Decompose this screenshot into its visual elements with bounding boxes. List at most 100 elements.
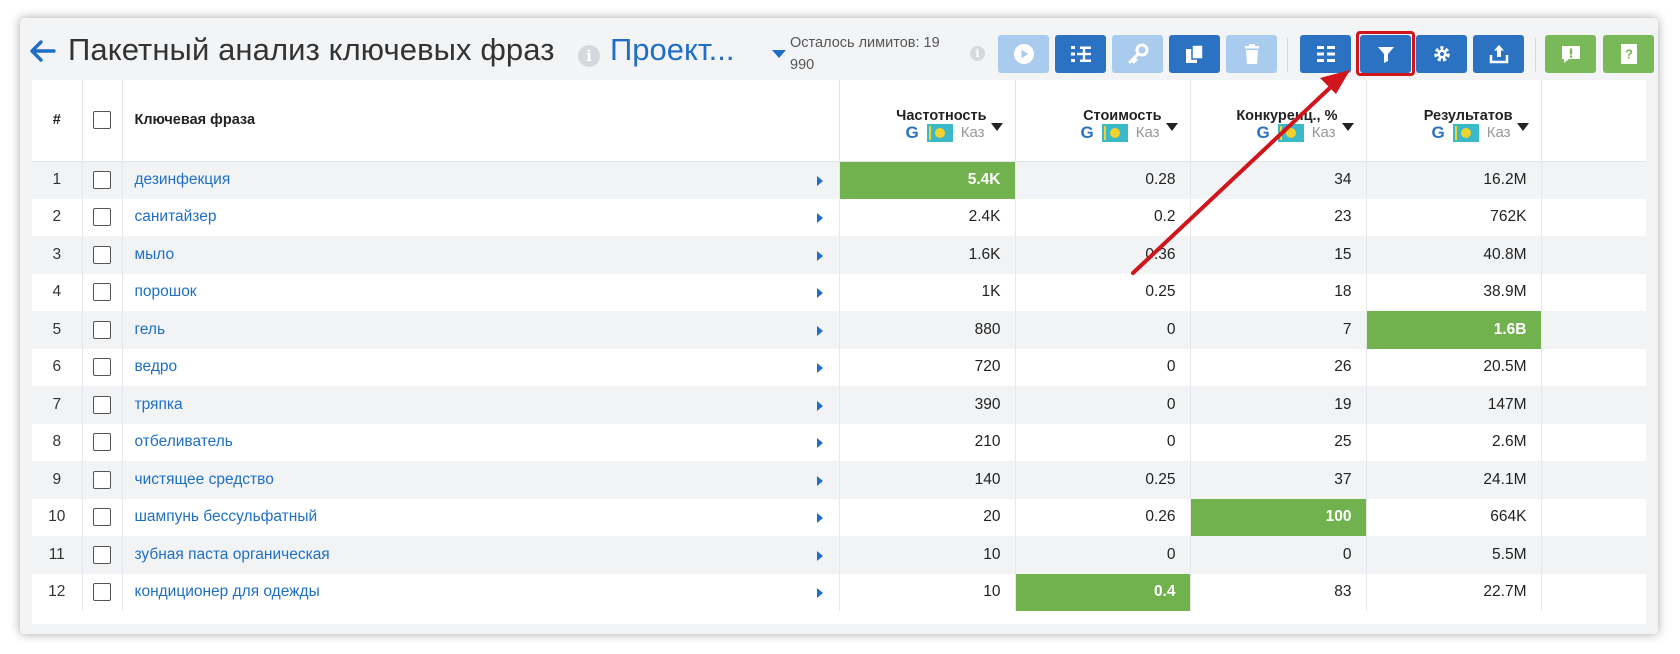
row-checkbox[interactable] [93,470,111,489]
expand-caret-icon[interactable] [816,325,823,336]
play-icon [1013,44,1034,64]
expand-caret-icon[interactable] [816,363,823,374]
phrase-cell: дезинфекция [122,161,840,199]
export-button[interactable] [1473,35,1524,73]
table-row[interactable]: 7 тряпка 390 0 19 147M [32,386,1646,424]
sort-caret-icon[interactable] [1165,123,1178,131]
phrase-link[interactable]: порошок [135,283,197,300]
phrase-link[interactable]: чистящее средство [135,471,274,488]
results-cell: 5.5M [1366,536,1542,574]
row-checkbox[interactable] [93,433,111,452]
add-phrases-button[interactable] [1055,35,1106,73]
cost-cell: 0.25 [1015,273,1191,311]
row-checkbox[interactable] [93,208,111,227]
info-icon[interactable]: i [578,45,600,67]
results-cell: 147M [1366,386,1542,424]
table-row[interactable]: 6 ведро 720 0 26 20.5M [32,348,1646,386]
column-source: G Каз [1080,122,1160,143]
row-checkbox[interactable] [93,508,111,527]
phrase-link[interactable]: мыло [135,246,175,263]
phrase-link[interactable]: зубная паста органическая [135,546,330,563]
row-checkbox[interactable] [93,583,111,602]
phrase-cell: зубная паста органическая [122,536,840,574]
phrase-link[interactable]: тряпка [135,396,183,413]
toolbar-divider [1535,38,1536,72]
region-label: Каз [1135,124,1160,141]
row-checkbox[interactable] [93,245,111,264]
phrase-link[interactable]: дезинфекция [135,171,231,188]
row-checkbox[interactable] [93,283,111,302]
cost-cell: 0 [1015,311,1191,349]
select-all-checkbox[interactable] [93,111,111,130]
phrase-link[interactable]: шампунь бессульфатный [135,508,318,525]
table-row[interactable]: 2 санитайзер 2.4K 0.2 23 762K [32,198,1646,236]
chevron-down-icon[interactable] [772,50,786,58]
row-select-cell [82,311,123,349]
expand-caret-icon[interactable] [816,213,823,224]
table-row[interactable]: 4 порошок 1K 0.25 18 38.9M [32,273,1646,311]
back-arrow-icon[interactable] [28,38,58,64]
phrase-link[interactable]: санитайзер [135,208,217,225]
column-header-frequency[interactable]: Частотность G Каз [839,80,1016,162]
column-header-competition[interactable]: Конкуренц., % G Каз [1190,80,1367,162]
table-row[interactable]: 8 отбеливатель 210 0 25 2.6M [32,423,1646,461]
row-checkbox[interactable] [93,545,111,564]
expand-caret-icon[interactable] [816,250,823,261]
phrase-link[interactable]: кондиционер для одежды [135,583,320,600]
sort-caret-icon[interactable] [990,123,1003,131]
column-source: G Каз [1431,123,1511,143]
table-row[interactable]: 12 кондиционер для одежды 10 0.4 83 22.7M [32,573,1646,611]
google-icon: G [1080,122,1094,142]
kazakhstan-flag-icon [926,123,953,142]
expand-caret-icon[interactable] [816,438,823,449]
competition-cell: 37 [1190,461,1367,499]
phrase-link[interactable]: отбеливатель [135,433,233,450]
table-row[interactable]: 9 чистящее средство 140 0.25 37 24.1M [32,461,1646,499]
results-cell: 664K [1366,498,1542,536]
results-cell: 1.6B [1366,311,1542,349]
phrase-link[interactable]: гель [135,321,166,338]
copy-button[interactable] [1169,35,1220,73]
row-checkbox[interactable] [93,320,111,339]
row-checkbox[interactable] [93,395,111,414]
row-spacer [1541,498,1646,536]
phrase-link[interactable]: ведро [135,358,178,375]
expand-caret-icon[interactable] [816,176,823,186]
region-label: Каз [1486,124,1511,141]
columns-button[interactable] [1300,35,1351,73]
sort-caret-icon[interactable] [1341,123,1354,131]
table-row[interactable]: 11 зубная паста органическая 10 0 0 5.5M [32,536,1646,574]
help-button[interactable]: ? [1603,35,1654,73]
results-cell: 762K [1366,198,1542,236]
row-select-cell [82,573,123,611]
row-checkbox[interactable] [93,170,111,189]
row-checkbox[interactable] [93,358,111,377]
table-row[interactable]: 10 шампунь бессульфатный 20 0.26 100 664K [32,498,1646,536]
project-selector[interactable]: Проект... [610,32,735,68]
expand-caret-icon[interactable] [816,588,823,599]
competition-cell: 83 [1190,573,1367,611]
table-row[interactable]: 1 дезинфекция 5.4K 0.28 34 16.2M [32,161,1646,199]
competition-cell: 26 [1190,348,1367,386]
expand-caret-icon[interactable] [816,513,823,524]
report-button[interactable] [1545,35,1596,73]
cost-cell: 0.36 [1015,236,1191,274]
limits-info-icon[interactable]: i [970,46,985,61]
column-header-results[interactable]: Результатов G Каз [1366,80,1542,162]
column-header-phrase[interactable]: Ключевая фраза [122,80,840,162]
table-row[interactable]: 5 гель 880 0 7 1.6B [32,311,1646,349]
table-row[interactable]: 3 мыло 1.6K 0.36 15 40.8M [32,236,1646,274]
svg-text:?: ? [1625,47,1633,62]
expand-caret-icon[interactable] [816,475,823,486]
expand-caret-icon[interactable] [816,288,823,299]
expand-caret-icon[interactable] [816,400,823,411]
delete-button[interactable] [1226,35,1277,73]
expand-caret-icon[interactable] [816,550,823,561]
cost-cell: 0.4 [1015,573,1191,611]
frequency-cell: 210 [839,423,1016,461]
play-button[interactable] [998,35,1049,73]
sort-caret-icon[interactable] [1516,123,1529,131]
settings-button[interactable] [1416,35,1467,73]
key-button[interactable] [1112,35,1163,73]
column-header-cost[interactable]: Стоимость G Каз [1015,80,1191,162]
